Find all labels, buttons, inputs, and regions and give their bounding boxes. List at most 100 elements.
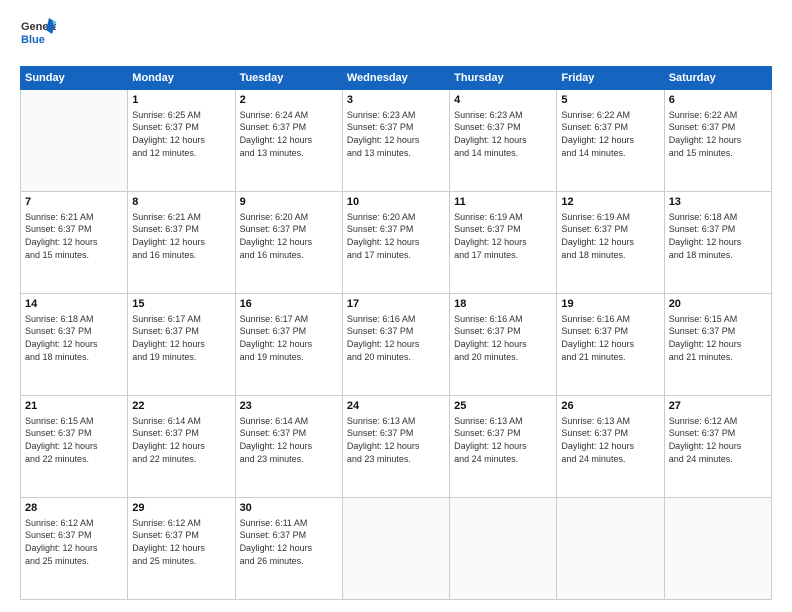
logo: General Blue (20, 16, 56, 56)
day-number: 18 (454, 297, 552, 312)
calendar-cell: 17Sunrise: 6:16 AM Sunset: 6:37 PM Dayli… (342, 294, 449, 396)
svg-text:Blue: Blue (21, 34, 45, 46)
day-number: 14 (25, 297, 123, 312)
day-number: 28 (25, 501, 123, 516)
calendar-cell: 20Sunrise: 6:15 AM Sunset: 6:37 PM Dayli… (664, 294, 771, 396)
day-number: 11 (454, 195, 552, 210)
day-info: Sunrise: 6:12 AM Sunset: 6:37 PM Dayligh… (669, 415, 767, 465)
day-number: 6 (669, 93, 767, 108)
calendar-body: 1Sunrise: 6:25 AM Sunset: 6:37 PM Daylig… (21, 90, 772, 600)
calendar-cell: 4Sunrise: 6:23 AM Sunset: 6:37 PM Daylig… (450, 90, 557, 192)
calendar-cell (557, 498, 664, 600)
calendar-cell: 26Sunrise: 6:13 AM Sunset: 6:37 PM Dayli… (557, 396, 664, 498)
day-number: 23 (240, 399, 338, 414)
day-info: Sunrise: 6:18 AM Sunset: 6:37 PM Dayligh… (25, 313, 123, 363)
day-info: Sunrise: 6:12 AM Sunset: 6:37 PM Dayligh… (132, 517, 230, 567)
day-info: Sunrise: 6:21 AM Sunset: 6:37 PM Dayligh… (132, 211, 230, 261)
calendar-cell: 2Sunrise: 6:24 AM Sunset: 6:37 PM Daylig… (235, 90, 342, 192)
calendar-cell (450, 498, 557, 600)
day-header-saturday: Saturday (664, 67, 771, 90)
day-info: Sunrise: 6:20 AM Sunset: 6:37 PM Dayligh… (240, 211, 338, 261)
week-row-4: 21Sunrise: 6:15 AM Sunset: 6:37 PM Dayli… (21, 396, 772, 498)
day-header-sunday: Sunday (21, 67, 128, 90)
day-number: 25 (454, 399, 552, 414)
calendar-cell (664, 498, 771, 600)
calendar-cell: 30Sunrise: 6:11 AM Sunset: 6:37 PM Dayli… (235, 498, 342, 600)
day-info: Sunrise: 6:15 AM Sunset: 6:37 PM Dayligh… (25, 415, 123, 465)
calendar-cell: 23Sunrise: 6:14 AM Sunset: 6:37 PM Dayli… (235, 396, 342, 498)
day-number: 13 (669, 195, 767, 210)
calendar-cell: 12Sunrise: 6:19 AM Sunset: 6:37 PM Dayli… (557, 192, 664, 294)
calendar-cell: 1Sunrise: 6:25 AM Sunset: 6:37 PM Daylig… (128, 90, 235, 192)
calendar-cell: 27Sunrise: 6:12 AM Sunset: 6:37 PM Dayli… (664, 396, 771, 498)
day-number: 4 (454, 93, 552, 108)
day-header-monday: Monday (128, 67, 235, 90)
calendar-cell: 22Sunrise: 6:14 AM Sunset: 6:37 PM Dayli… (128, 396, 235, 498)
day-info: Sunrise: 6:21 AM Sunset: 6:37 PM Dayligh… (25, 211, 123, 261)
page-header: General Blue (20, 16, 772, 56)
day-info: Sunrise: 6:23 AM Sunset: 6:37 PM Dayligh… (347, 109, 445, 159)
calendar-cell (21, 90, 128, 192)
day-number: 16 (240, 297, 338, 312)
day-info: Sunrise: 6:17 AM Sunset: 6:37 PM Dayligh… (132, 313, 230, 363)
day-number: 24 (347, 399, 445, 414)
day-number: 3 (347, 93, 445, 108)
day-number: 7 (25, 195, 123, 210)
day-info: Sunrise: 6:14 AM Sunset: 6:37 PM Dayligh… (240, 415, 338, 465)
day-info: Sunrise: 6:22 AM Sunset: 6:37 PM Dayligh… (561, 109, 659, 159)
day-number: 1 (132, 93, 230, 108)
day-info: Sunrise: 6:18 AM Sunset: 6:37 PM Dayligh… (669, 211, 767, 261)
week-row-5: 28Sunrise: 6:12 AM Sunset: 6:37 PM Dayli… (21, 498, 772, 600)
day-info: Sunrise: 6:19 AM Sunset: 6:37 PM Dayligh… (561, 211, 659, 261)
calendar-cell: 15Sunrise: 6:17 AM Sunset: 6:37 PM Dayli… (128, 294, 235, 396)
day-info: Sunrise: 6:15 AM Sunset: 6:37 PM Dayligh… (669, 313, 767, 363)
calendar-cell: 5Sunrise: 6:22 AM Sunset: 6:37 PM Daylig… (557, 90, 664, 192)
calendar-cell: 13Sunrise: 6:18 AM Sunset: 6:37 PM Dayli… (664, 192, 771, 294)
day-info: Sunrise: 6:16 AM Sunset: 6:37 PM Dayligh… (561, 313, 659, 363)
logo-svg: General Blue (20, 16, 56, 56)
calendar-cell: 28Sunrise: 6:12 AM Sunset: 6:37 PM Dayli… (21, 498, 128, 600)
calendar-cell: 3Sunrise: 6:23 AM Sunset: 6:37 PM Daylig… (342, 90, 449, 192)
day-number: 21 (25, 399, 123, 414)
calendar-cell: 19Sunrise: 6:16 AM Sunset: 6:37 PM Dayli… (557, 294, 664, 396)
day-number: 10 (347, 195, 445, 210)
calendar-table: SundayMondayTuesdayWednesdayThursdayFrid… (20, 66, 772, 600)
day-number: 20 (669, 297, 767, 312)
day-info: Sunrise: 6:13 AM Sunset: 6:37 PM Dayligh… (347, 415, 445, 465)
calendar-cell: 6Sunrise: 6:22 AM Sunset: 6:37 PM Daylig… (664, 90, 771, 192)
day-info: Sunrise: 6:14 AM Sunset: 6:37 PM Dayligh… (132, 415, 230, 465)
calendar-cell: 14Sunrise: 6:18 AM Sunset: 6:37 PM Dayli… (21, 294, 128, 396)
day-header-thursday: Thursday (450, 67, 557, 90)
day-info: Sunrise: 6:12 AM Sunset: 6:37 PM Dayligh… (25, 517, 123, 567)
calendar-cell: 7Sunrise: 6:21 AM Sunset: 6:37 PM Daylig… (21, 192, 128, 294)
calendar-cell: 10Sunrise: 6:20 AM Sunset: 6:37 PM Dayli… (342, 192, 449, 294)
day-info: Sunrise: 6:11 AM Sunset: 6:37 PM Dayligh… (240, 517, 338, 567)
day-number: 17 (347, 297, 445, 312)
day-number: 2 (240, 93, 338, 108)
day-info: Sunrise: 6:19 AM Sunset: 6:37 PM Dayligh… (454, 211, 552, 261)
day-number: 22 (132, 399, 230, 414)
day-info: Sunrise: 6:23 AM Sunset: 6:37 PM Dayligh… (454, 109, 552, 159)
day-info: Sunrise: 6:22 AM Sunset: 6:37 PM Dayligh… (669, 109, 767, 159)
day-number: 5 (561, 93, 659, 108)
calendar-cell: 25Sunrise: 6:13 AM Sunset: 6:37 PM Dayli… (450, 396, 557, 498)
week-row-3: 14Sunrise: 6:18 AM Sunset: 6:37 PM Dayli… (21, 294, 772, 396)
day-headers-row: SundayMondayTuesdayWednesdayThursdayFrid… (21, 67, 772, 90)
day-number: 12 (561, 195, 659, 210)
calendar-cell: 8Sunrise: 6:21 AM Sunset: 6:37 PM Daylig… (128, 192, 235, 294)
day-number: 27 (669, 399, 767, 414)
day-number: 15 (132, 297, 230, 312)
week-row-2: 7Sunrise: 6:21 AM Sunset: 6:37 PM Daylig… (21, 192, 772, 294)
calendar-cell: 9Sunrise: 6:20 AM Sunset: 6:37 PM Daylig… (235, 192, 342, 294)
day-info: Sunrise: 6:17 AM Sunset: 6:37 PM Dayligh… (240, 313, 338, 363)
calendar-cell: 18Sunrise: 6:16 AM Sunset: 6:37 PM Dayli… (450, 294, 557, 396)
day-number: 26 (561, 399, 659, 414)
day-info: Sunrise: 6:24 AM Sunset: 6:37 PM Dayligh… (240, 109, 338, 159)
day-info: Sunrise: 6:25 AM Sunset: 6:37 PM Dayligh… (132, 109, 230, 159)
day-header-friday: Friday (557, 67, 664, 90)
day-info: Sunrise: 6:16 AM Sunset: 6:37 PM Dayligh… (347, 313, 445, 363)
day-info: Sunrise: 6:16 AM Sunset: 6:37 PM Dayligh… (454, 313, 552, 363)
day-header-tuesday: Tuesday (235, 67, 342, 90)
calendar-cell (342, 498, 449, 600)
day-number: 8 (132, 195, 230, 210)
